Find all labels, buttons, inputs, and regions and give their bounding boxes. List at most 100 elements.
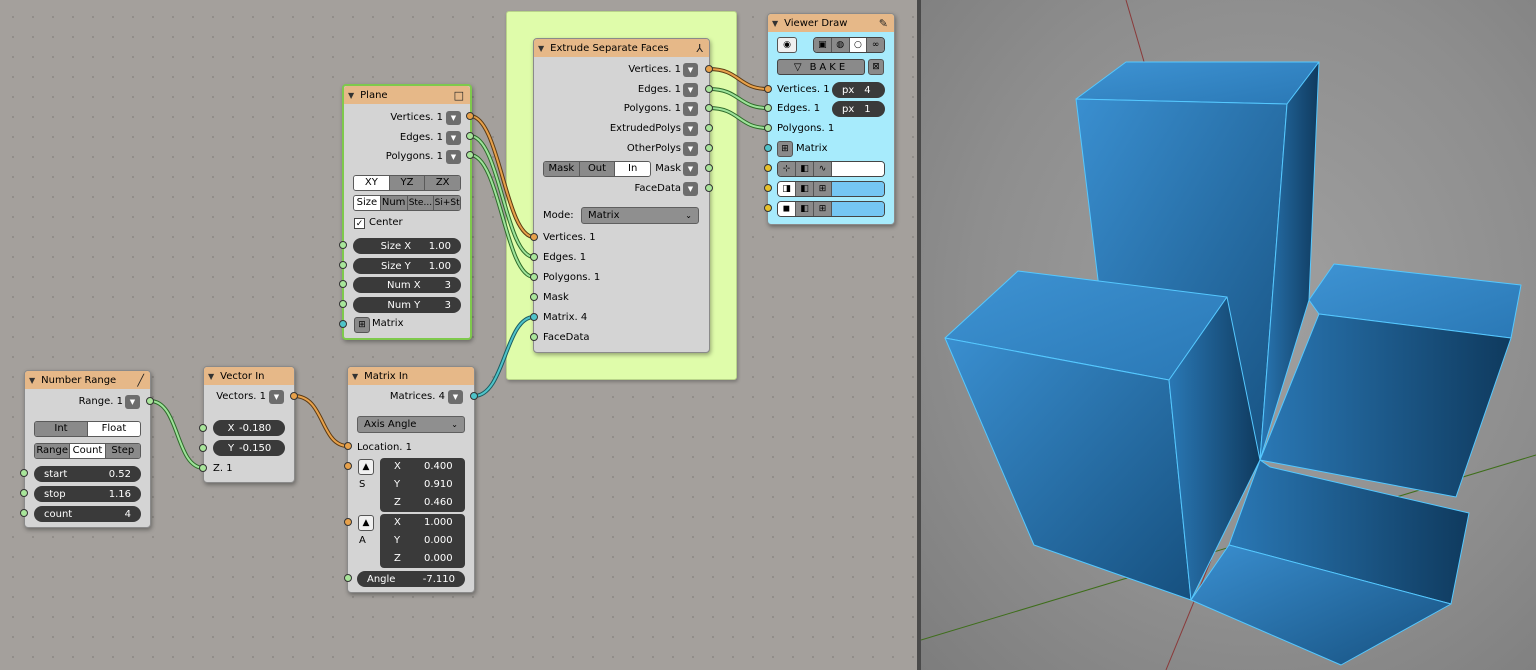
node-editor[interactable]: ▼ Number Range ╱ Range. 1 ▼ Int Float Ra… xyxy=(0,0,917,670)
node-header[interactable]: ▼ Extrude Separate Faces ⅄ xyxy=(534,39,709,57)
size-x-socket[interactable] xyxy=(339,241,347,249)
tab-size[interactable]: Size xyxy=(354,196,381,210)
viewer-vertex-color-socket[interactable] xyxy=(764,164,772,172)
vertex-size-field[interactable]: px 4 xyxy=(832,82,885,98)
x-input-socket[interactable] xyxy=(199,424,207,432)
extrude-out-facedata-socket[interactable] xyxy=(705,184,713,192)
mode-float[interactable]: Float xyxy=(88,422,140,436)
plane-vertices-socket[interactable] xyxy=(466,112,474,120)
num-x-socket[interactable] xyxy=(339,280,347,288)
tab-count[interactable]: Count xyxy=(70,444,106,458)
extrude-separate-faces-node[interactable]: ▼ Extrude Separate Faces ⅄ Vertices. 1 ▼… xyxy=(533,38,710,353)
stop-field[interactable]: stop 1.16 xyxy=(34,486,141,502)
tab-step[interactable]: Ste... xyxy=(407,196,435,210)
tab-xy[interactable]: XY xyxy=(354,176,390,190)
matrix-mode-select[interactable]: Axis Angle ⌄ xyxy=(357,416,465,433)
start-field[interactable]: start 0.52 xyxy=(34,466,141,482)
range-mode-tabs[interactable]: Range Count Step xyxy=(34,443,141,459)
num-x-field[interactable]: Num X 3 xyxy=(353,277,461,293)
plane-polygons-socket[interactable] xyxy=(466,151,474,159)
sphere-icon[interactable]: ◍ xyxy=(831,38,850,52)
tab-zx[interactable]: ZX xyxy=(425,176,460,190)
tab-range[interactable]: Range xyxy=(35,444,71,458)
mode-toggle[interactable]: Int Float xyxy=(34,421,141,437)
viewer-draw-node[interactable]: ▼ Viewer Draw ✎ ◉ ▣ ◍ ○ ∞ ▽ BAKE ⊠ Verti… xyxy=(767,13,895,225)
display-mode-buttons[interactable]: ▣ ◍ ○ ∞ xyxy=(813,37,885,53)
start-input-socket[interactable] xyxy=(20,469,28,477)
mesh[interactable] xyxy=(944,61,1522,666)
mask-tabs[interactable]: Mask Out In xyxy=(543,161,651,177)
collapse-chevron-icon[interactable]: ▼ xyxy=(29,376,35,385)
plane-node[interactable]: ▼ Plane □ Vertices. 1 ▼ Edges. 1 ▼ Polyg… xyxy=(342,84,472,340)
scale-input-socket[interactable] xyxy=(344,462,352,470)
out-mask-dropdown[interactable]: ▼ xyxy=(683,162,698,176)
extrude-in-mask-socket[interactable] xyxy=(530,293,538,301)
y-field[interactable]: Y -0.150 xyxy=(213,440,285,456)
polygons-dropdown[interactable]: ▼ xyxy=(446,150,461,164)
vertex-color-row[interactable]: ⊹ ◧ ∿ xyxy=(777,161,885,177)
vertex-color-swatch[interactable] xyxy=(832,162,884,176)
tab-mask[interactable]: Mask xyxy=(544,162,580,176)
extrude-in-polygons-socket[interactable] xyxy=(530,273,538,281)
link-icon[interactable]: ∞ xyxy=(867,38,884,52)
box-icon[interactable]: ▣ xyxy=(814,38,832,52)
edge-shade-icon[interactable]: ◧ xyxy=(796,182,814,196)
mode-select[interactable]: Matrix ⌄ xyxy=(581,207,699,224)
extrude-out-vertices-socket[interactable] xyxy=(705,65,713,73)
extrude-in-matrix-socket[interactable] xyxy=(530,313,538,321)
y-input-socket[interactable] xyxy=(199,444,207,452)
range-output-socket[interactable] xyxy=(146,397,154,405)
mode-int[interactable]: Int xyxy=(35,422,88,436)
plane-edges-socket[interactable] xyxy=(466,132,474,140)
viewer-face-color-socket[interactable] xyxy=(764,204,772,212)
axis-input-socket[interactable] xyxy=(344,518,352,526)
output-dropdown[interactable]: ▼ xyxy=(269,390,284,404)
node-header[interactable]: ▼ Matrix In xyxy=(348,367,474,385)
vertex-curve-icon[interactable]: ∿ xyxy=(814,162,832,176)
extrude-out-other-socket[interactable] xyxy=(705,144,713,152)
scale-x-value[interactable]: 0.400 xyxy=(424,461,453,472)
collapse-chevron-icon[interactable]: ▼ xyxy=(772,19,778,28)
collapse-chevron-icon[interactable]: ▼ xyxy=(538,44,544,53)
out-vertices-dropdown[interactable]: ▼ xyxy=(683,63,698,77)
vector-in-node[interactable]: ▼ Vector In Vectors. 1 ▼ X -0.180 Y -0.1… xyxy=(203,366,295,483)
center-checkbox[interactable]: ✓ xyxy=(354,218,365,229)
out-edges-dropdown[interactable]: ▼ xyxy=(683,83,698,97)
vertex-mode-icon[interactable]: ⊹ xyxy=(778,162,796,176)
angle-field[interactable]: Angle -7.110 xyxy=(357,571,465,587)
location-input-socket[interactable] xyxy=(344,442,352,450)
tab-size-step[interactable]: Si+St xyxy=(434,196,460,210)
tab-step[interactable]: Step xyxy=(105,444,140,458)
collapse-chevron-icon[interactable]: ▼ xyxy=(352,372,358,381)
node-header[interactable]: ▼ Number Range ╱ xyxy=(25,371,150,389)
eye-icon[interactable]: ◉ xyxy=(777,37,797,53)
out-other-dropdown[interactable]: ▼ xyxy=(683,142,698,156)
face-mode-icon[interactable]: ◼ xyxy=(778,202,796,216)
edge-grid-icon[interactable]: ⊞ xyxy=(814,182,832,196)
bake-options-icon[interactable]: ⊠ xyxy=(868,59,884,75)
size-x-field[interactable]: Size X 1.00 xyxy=(353,238,461,254)
angle-input-socket[interactable] xyxy=(344,574,352,582)
3d-viewport[interactable] xyxy=(921,0,1536,670)
extrude-in-facedata-socket[interactable] xyxy=(530,333,538,341)
node-header[interactable]: ▼ Vector In xyxy=(204,367,294,385)
num-y-socket[interactable] xyxy=(339,300,347,308)
bake-button[interactable]: ▽ BAKE xyxy=(777,59,865,75)
face-color-swatch[interactable] xyxy=(832,202,884,216)
extrude-in-edges-socket[interactable] xyxy=(530,253,538,261)
z-input-socket[interactable] xyxy=(199,464,207,472)
output-dropdown[interactable]: ▼ xyxy=(448,390,463,404)
face-grid-icon[interactable]: ⊞ xyxy=(814,202,832,216)
tab-num[interactable]: Num xyxy=(380,196,408,210)
tab-in[interactable]: In xyxy=(615,162,650,176)
plane-direction-tabs[interactable]: XY YZ ZX xyxy=(353,175,461,191)
extrude-out-extruded-socket[interactable] xyxy=(705,124,713,132)
edge-color-row[interactable]: ◨ ◧ ⊞ xyxy=(777,181,885,197)
viewer-polygons-socket[interactable] xyxy=(764,124,772,132)
extrude-out-edges-socket[interactable] xyxy=(705,85,713,93)
vertex-shade-icon[interactable]: ◧ xyxy=(796,162,814,176)
extrude-out-mask-socket[interactable] xyxy=(705,164,713,172)
output-dropdown[interactable]: ▼ xyxy=(125,395,140,409)
face-shade-icon[interactable]: ◧ xyxy=(796,202,814,216)
viewer-edges-socket[interactable] xyxy=(764,104,772,112)
